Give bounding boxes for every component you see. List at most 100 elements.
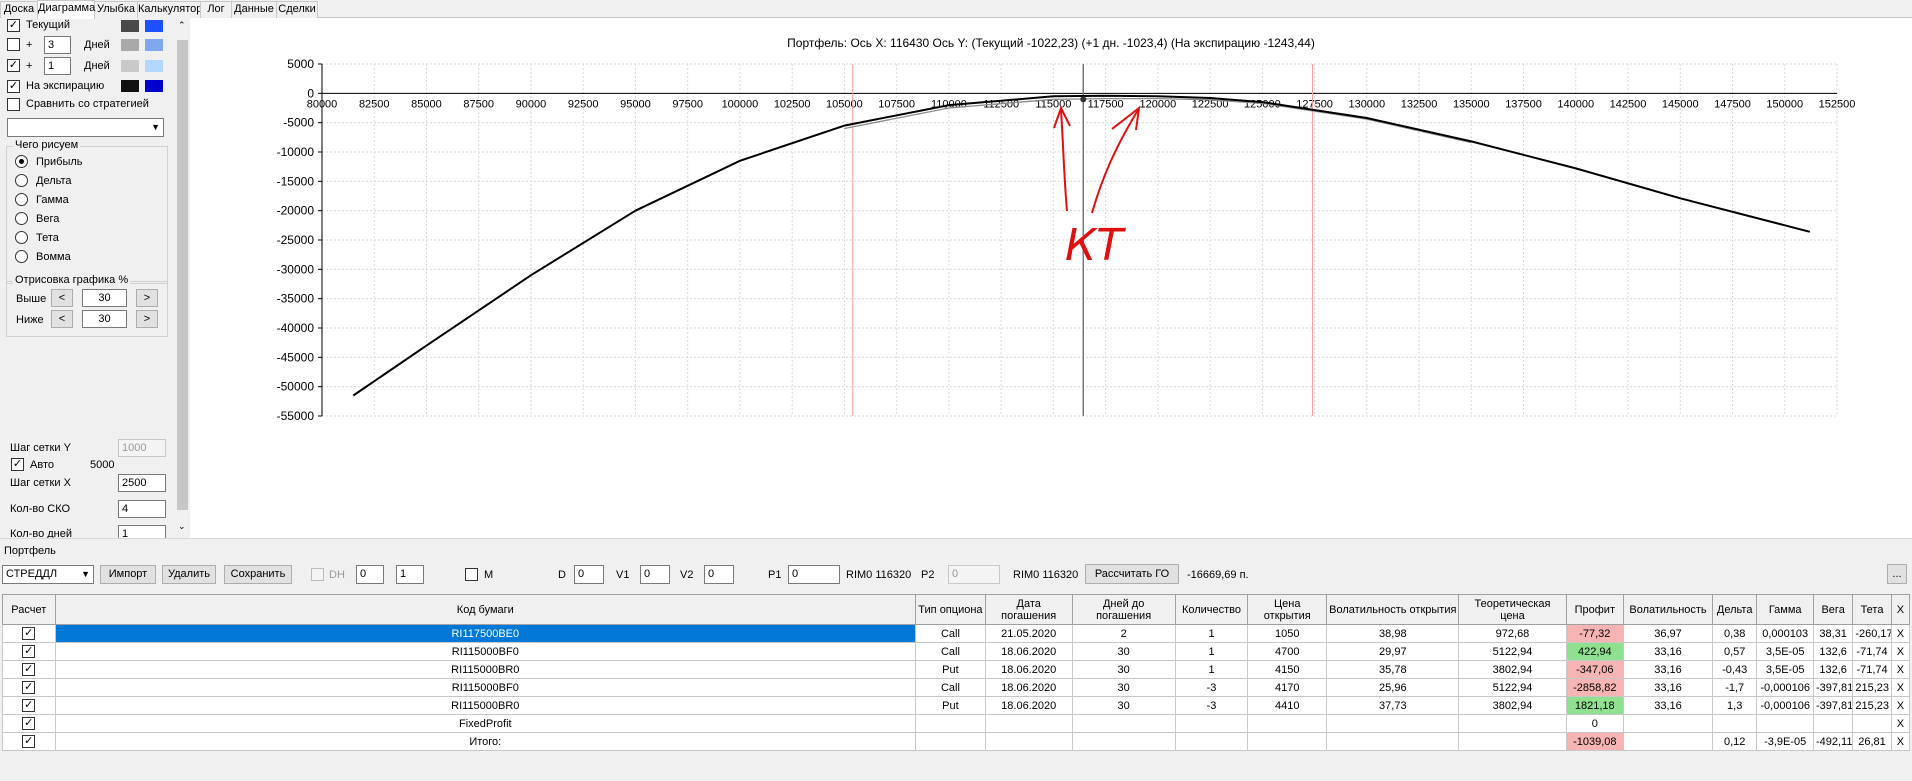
radio-profit[interactable] bbox=[15, 155, 28, 168]
strategy-select[interactable]: СТРЕДДЛ ▼ bbox=[2, 565, 94, 584]
col-days-to-expiry[interactable]: Дней до погашения bbox=[1071, 594, 1176, 625]
col-volatility[interactable]: Волатильность bbox=[1623, 594, 1713, 625]
current-color-1[interactable] bbox=[121, 20, 139, 32]
v2-input[interactable]: 0 bbox=[704, 565, 734, 584]
code-cell[interactable]: FixedProfit bbox=[54, 714, 917, 733]
dh-input-2[interactable]: 1 bbox=[396, 565, 424, 584]
code-cell[interactable]: RI115000BR0 bbox=[54, 660, 917, 679]
code-cell[interactable]: Итого: bbox=[54, 732, 917, 751]
days1-color-2[interactable] bbox=[145, 39, 163, 51]
grid-y-input[interactable]: 1000 bbox=[118, 439, 166, 457]
payoff-chart[interactable]: Портфель: Ось X: 116430 Ось Y: (Текущий … bbox=[190, 18, 1912, 538]
dh-input-1[interactable]: 0 bbox=[356, 565, 384, 584]
remove-cell[interactable]: X bbox=[1890, 714, 1911, 733]
calc-cell[interactable]: ✓ bbox=[2, 678, 56, 697]
col-remove[interactable]: X bbox=[1890, 594, 1911, 625]
calc-checkbox[interactable]: ✓ bbox=[22, 663, 36, 676]
grid-x-input[interactable]: 2500 bbox=[118, 474, 166, 492]
calc-cell[interactable]: ✓ bbox=[2, 642, 56, 661]
sko-input[interactable]: 4 bbox=[118, 500, 166, 518]
col-calc[interactable]: Расчет bbox=[2, 594, 56, 625]
days2-color-1[interactable] bbox=[121, 60, 139, 72]
remove-cell[interactable]: X bbox=[1890, 678, 1911, 697]
radio-vega[interactable] bbox=[15, 212, 28, 225]
below-input[interactable]: 30 bbox=[82, 310, 127, 328]
compare-checkbox[interactable] bbox=[7, 98, 20, 111]
radio-delta[interactable] bbox=[15, 174, 28, 187]
above-decrease-button[interactable]: < bbox=[51, 289, 73, 307]
calc-checkbox[interactable]: ✓ bbox=[22, 681, 36, 694]
scrollbar-thumb[interactable] bbox=[177, 40, 188, 510]
tab-log[interactable]: Лог bbox=[200, 1, 232, 18]
settings-scrollbar[interactable]: ⌃ ⌄ bbox=[175, 18, 190, 538]
radio-vomma[interactable] bbox=[15, 250, 28, 263]
calc-cell[interactable]: ✓ bbox=[2, 696, 56, 715]
calc-cell[interactable]: ✓ bbox=[2, 660, 56, 679]
calc-cell[interactable]: ✓ bbox=[2, 714, 56, 733]
col-delta[interactable]: Дельта bbox=[1711, 594, 1758, 625]
remove-cell[interactable]: X bbox=[1890, 660, 1911, 679]
remove-cell[interactable]: X bbox=[1890, 696, 1911, 715]
more-button[interactable]: ... bbox=[1887, 564, 1907, 584]
radio-theta[interactable] bbox=[15, 231, 28, 244]
dh-checkbox[interactable] bbox=[311, 568, 324, 581]
days-input-1[interactable]: 3 bbox=[44, 36, 71, 54]
col-vega[interactable]: Вега bbox=[1812, 594, 1854, 625]
table-row[interactable]: ✓ RI115000BF0 Call 18.06.2020 30 -3 4170 25,96 5… bbox=[2, 678, 1911, 697]
col-gamma[interactable]: Гамма bbox=[1756, 594, 1814, 625]
d-input[interactable]: 0 bbox=[574, 565, 604, 584]
tab-board[interactable]: Доска bbox=[0, 1, 38, 18]
col-expiry-date[interactable]: Дата погашения bbox=[984, 594, 1073, 625]
col-open-volatility[interactable]: Волатильность открытия bbox=[1326, 594, 1460, 625]
calc-cell[interactable]: ✓ bbox=[2, 624, 56, 643]
chevron-up-icon[interactable]: ⌃ bbox=[178, 20, 186, 31]
radio-gamma[interactable] bbox=[15, 193, 28, 206]
table-row[interactable]: ✓ RI115000BR0 Put 18.06.2020 30 1 4150 35,78 380… bbox=[2, 660, 1911, 679]
table-row[interactable]: ✓ RI115000BF0 Call 18.06.2020 30 1 4700 29,97 51… bbox=[2, 642, 1911, 661]
days1-color-1[interactable] bbox=[121, 39, 139, 51]
auto-checkbox[interactable]: ✓ bbox=[11, 458, 24, 471]
p1-input[interactable]: 0 bbox=[788, 565, 840, 584]
table-row[interactable]: ✓ Итого: -1039,08 0,12 -3,9E-05 -492,11 26,81 X bbox=[2, 732, 1911, 751]
col-theta[interactable]: Тета bbox=[1852, 594, 1892, 625]
code-cell[interactable]: RI115000BR0 bbox=[54, 696, 917, 715]
col-code[interactable]: Код бумаги bbox=[54, 594, 917, 625]
days2-color-2[interactable] bbox=[145, 60, 163, 72]
plus-days-checkbox-1[interactable] bbox=[7, 38, 20, 51]
remove-cell[interactable]: X bbox=[1890, 732, 1911, 751]
tab-calculator[interactable]: Калькулятор bbox=[137, 1, 202, 18]
below-decrease-button[interactable]: < bbox=[51, 310, 73, 328]
table-row[interactable]: ✓ FixedProfit 0 X bbox=[2, 714, 1911, 733]
code-cell[interactable]: RI115000BF0 bbox=[54, 642, 917, 661]
above-increase-button[interactable]: > bbox=[136, 289, 158, 307]
import-button[interactable]: Импорт bbox=[100, 565, 156, 584]
m-checkbox[interactable] bbox=[465, 568, 478, 581]
tab-deals[interactable]: Сделки bbox=[276, 1, 318, 18]
strategy-compare-select[interactable]: ▼ bbox=[7, 118, 164, 137]
col-quantity[interactable]: Количество bbox=[1174, 594, 1249, 625]
col-profit[interactable]: Профит bbox=[1565, 594, 1625, 625]
remove-cell[interactable]: X bbox=[1890, 624, 1911, 643]
code-cell[interactable]: RI117500BE0 bbox=[54, 624, 917, 643]
days-input-2[interactable]: 1 bbox=[44, 57, 71, 75]
tab-diagram[interactable]: Диаграмма bbox=[37, 0, 95, 19]
chevron-down-icon[interactable]: ⌄ bbox=[178, 521, 186, 532]
calc-cell[interactable]: ✓ bbox=[2, 732, 56, 751]
days-count-input[interactable]: 1 bbox=[118, 525, 166, 538]
p2-input[interactable]: 0 bbox=[948, 565, 1000, 584]
current-checkbox[interactable]: ✓ bbox=[7, 19, 20, 32]
expiration-color-1[interactable] bbox=[121, 80, 139, 92]
below-increase-button[interactable]: > bbox=[136, 310, 158, 328]
table-row[interactable]: ✓ RI117500BE0 Call 21.05.2020 2 1 1050 38,98 972… bbox=[2, 624, 1911, 643]
table-row[interactable]: ✓ RI115000BR0 Put 18.06.2020 30 -3 4410 37,73 38… bbox=[2, 696, 1911, 715]
above-input[interactable]: 30 bbox=[82, 289, 127, 307]
tab-smile[interactable]: Улыбка bbox=[94, 1, 138, 18]
remove-cell[interactable]: X bbox=[1890, 642, 1911, 661]
expiration-checkbox[interactable]: ✓ bbox=[7, 80, 20, 93]
calc-checkbox[interactable]: ✓ bbox=[22, 735, 36, 748]
calc-checkbox[interactable]: ✓ bbox=[22, 627, 36, 640]
col-theoretical-price[interactable]: Теоретическая цена bbox=[1458, 594, 1567, 625]
calc-checkbox[interactable]: ✓ bbox=[22, 699, 36, 712]
calc-checkbox[interactable]: ✓ bbox=[22, 645, 36, 658]
calc-checkbox[interactable]: ✓ bbox=[22, 717, 36, 730]
